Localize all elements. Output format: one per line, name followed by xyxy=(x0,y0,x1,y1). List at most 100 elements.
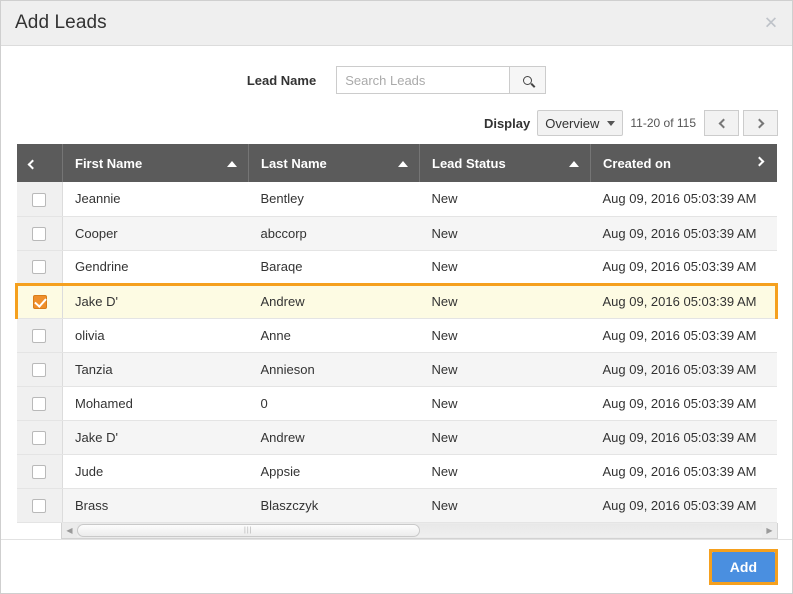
cell-last-name: Appsie xyxy=(248,454,420,489)
cell-lead-status: New xyxy=(419,420,591,455)
column-header-first-name[interactable]: First Name xyxy=(62,144,249,182)
row-checkbox-cell[interactable] xyxy=(16,318,63,353)
cell-first-name: Tanzia xyxy=(62,352,249,387)
row-checkbox[interactable] xyxy=(32,328,47,343)
table-row[interactable]: Jake D' Andrew New Aug 09, 2016 05:03:39 AM xyxy=(16,420,777,455)
cell-last-name: Baraqe xyxy=(248,250,420,285)
table-row[interactable]: Jeannie Bentley New Aug 09, 2016 05:03:39 A… xyxy=(16,182,777,217)
row-checkbox-cell[interactable] xyxy=(16,420,63,455)
row-checkbox[interactable] xyxy=(32,226,47,241)
column-header-first-name-label: First Name xyxy=(75,155,143,171)
sort-ascending-icon xyxy=(569,161,579,167)
column-header-last-name[interactable]: Last Name xyxy=(248,144,420,182)
row-checkbox[interactable] xyxy=(32,260,47,275)
pagination-next-button[interactable] xyxy=(743,110,778,136)
column-header-scroll-left[interactable] xyxy=(16,144,63,182)
close-icon[interactable]: ✕ xyxy=(762,15,780,32)
row-checkbox-cell[interactable] xyxy=(16,182,63,217)
cell-first-name: Jake D' xyxy=(62,420,249,455)
table-row[interactable]: Mohamed 0 New Aug 09, 2016 05:03:39 AM xyxy=(16,386,777,421)
cell-created-on: Aug 09, 2016 05:03:39 AM xyxy=(590,420,777,455)
column-header-lead-status-label: Lead Status xyxy=(432,155,506,171)
row-checkbox[interactable] xyxy=(32,464,47,479)
table-row[interactable]: Tanzia Annieson New Aug 09, 2016 05:03:39 A… xyxy=(16,352,777,387)
pagination-range: 11-20 of 115 xyxy=(630,116,696,130)
add-button[interactable]: Add xyxy=(711,551,775,583)
row-checkbox-cell[interactable] xyxy=(15,282,63,319)
display-view-value: Overview xyxy=(545,115,600,131)
table-row[interactable]: Jake D' Andrew New Aug 09, 2016 05:03:39 AM xyxy=(15,282,778,319)
cell-lead-status: New xyxy=(419,250,591,285)
row-checkbox-cell[interactable] xyxy=(16,386,63,421)
cell-lead-status: New xyxy=(419,318,591,353)
table-row[interactable]: Cooper abccorp New Aug 09, 2016 05:03:39 AM xyxy=(16,216,777,251)
cell-last-name: Annieson xyxy=(248,352,420,387)
cell-created-on: Aug 09, 2016 05:03:39 AM xyxy=(590,216,777,251)
leads-table-body: Jeannie Bentley New Aug 09, 2016 05:03:39 A… xyxy=(15,182,778,523)
column-header-created-on[interactable]: Created on xyxy=(590,144,777,182)
pagination-prev-button[interactable] xyxy=(704,110,739,136)
table-row[interactable]: Brass Blaszczyk New Aug 09, 2016 05:03:39 A… xyxy=(16,488,777,523)
leads-table-area: First Name Last Name Lead Status Created… xyxy=(15,144,778,523)
cell-lead-status: New xyxy=(419,216,591,251)
cell-lead-status: New xyxy=(419,182,591,217)
search-button[interactable] xyxy=(509,66,547,94)
cell-last-name: Blaszczyk xyxy=(248,488,420,523)
chevron-down-icon xyxy=(607,120,616,126)
cell-created-on: Aug 09, 2016 05:03:39 AM xyxy=(590,352,777,387)
cell-first-name: Jude xyxy=(62,454,249,489)
add-button-highlight: Add xyxy=(708,548,778,586)
chevron-right-icon[interactable] xyxy=(754,156,764,167)
chevron-left-icon xyxy=(27,159,37,169)
cell-first-name: Jeannie xyxy=(62,182,249,217)
cell-first-name: Gendrine xyxy=(62,250,249,285)
row-checkbox-cell[interactable] xyxy=(16,216,63,251)
scrollbar-thumb[interactable]: ||| xyxy=(77,523,420,537)
row-checkbox[interactable] xyxy=(32,192,47,207)
chevron-right-icon xyxy=(754,118,764,128)
table-row[interactable]: Gendrine Baraqe New Aug 09, 2016 05:03:39 A… xyxy=(16,250,777,285)
scrollbar-track[interactable]: ||| xyxy=(77,523,762,537)
grip-icon: ||| xyxy=(244,526,253,534)
cell-lead-status: New xyxy=(419,454,591,489)
row-checkbox-cell[interactable] xyxy=(16,352,63,387)
cell-created-on: Aug 09, 2016 05:03:39 AM xyxy=(590,454,777,489)
row-checkbox[interactable] xyxy=(32,498,47,513)
triangle-left-icon[interactable]: ◀ xyxy=(62,523,77,538)
search-input[interactable] xyxy=(336,66,510,94)
row-checkbox[interactable] xyxy=(32,396,47,411)
search-icon xyxy=(523,75,533,85)
column-header-lead-status[interactable]: Lead Status xyxy=(419,144,591,182)
search-wrap xyxy=(336,66,547,94)
search-row: Lead Name xyxy=(1,58,792,102)
cell-first-name: Brass xyxy=(62,488,249,523)
row-checkbox[interactable] xyxy=(32,362,47,377)
row-checkbox-checked[interactable] xyxy=(33,295,47,310)
cell-last-name: Andrew xyxy=(248,282,420,319)
cell-last-name: 0 xyxy=(248,386,420,421)
cell-last-name: Bentley xyxy=(248,182,420,217)
row-checkbox-cell[interactable] xyxy=(16,488,63,523)
row-checkbox-cell[interactable] xyxy=(16,454,63,489)
cell-last-name: Andrew xyxy=(248,420,420,455)
cell-created-on: Aug 09, 2016 05:03:39 AM xyxy=(590,488,777,523)
horizontal-scrollbar[interactable]: ◀ ||| ▶ xyxy=(61,522,778,539)
triangle-right-icon[interactable]: ▶ xyxy=(762,523,777,538)
column-header-last-name-label: Last Name xyxy=(261,155,327,171)
add-leads-dialog: Add Leads ✕ Lead Name Display Overview 1… xyxy=(0,0,793,594)
cell-last-name: abccorp xyxy=(248,216,420,251)
cell-last-name: Anne xyxy=(248,318,420,353)
row-checkbox-cell[interactable] xyxy=(16,250,63,285)
row-checkbox[interactable] xyxy=(32,430,47,445)
cell-lead-status: New xyxy=(419,488,591,523)
table-row[interactable]: olivia Anne New Aug 09, 2016 05:03:39 AM xyxy=(16,318,777,353)
cell-created-on: Aug 09, 2016 05:03:39 AM xyxy=(590,282,778,319)
cell-created-on: Aug 09, 2016 05:03:39 AM xyxy=(590,182,777,217)
cell-lead-status: New xyxy=(419,282,591,319)
table-row[interactable]: Jude Appsie New Aug 09, 2016 05:03:39 AM xyxy=(16,454,777,489)
leads-table-header-row: First Name Last Name Lead Status Created… xyxy=(16,144,777,182)
sort-ascending-icon xyxy=(398,161,408,167)
display-view-select[interactable]: Overview xyxy=(537,110,624,136)
sort-ascending-icon xyxy=(227,161,237,167)
display-pagination-row: Display Overview 11-20 of 115 xyxy=(1,108,792,138)
